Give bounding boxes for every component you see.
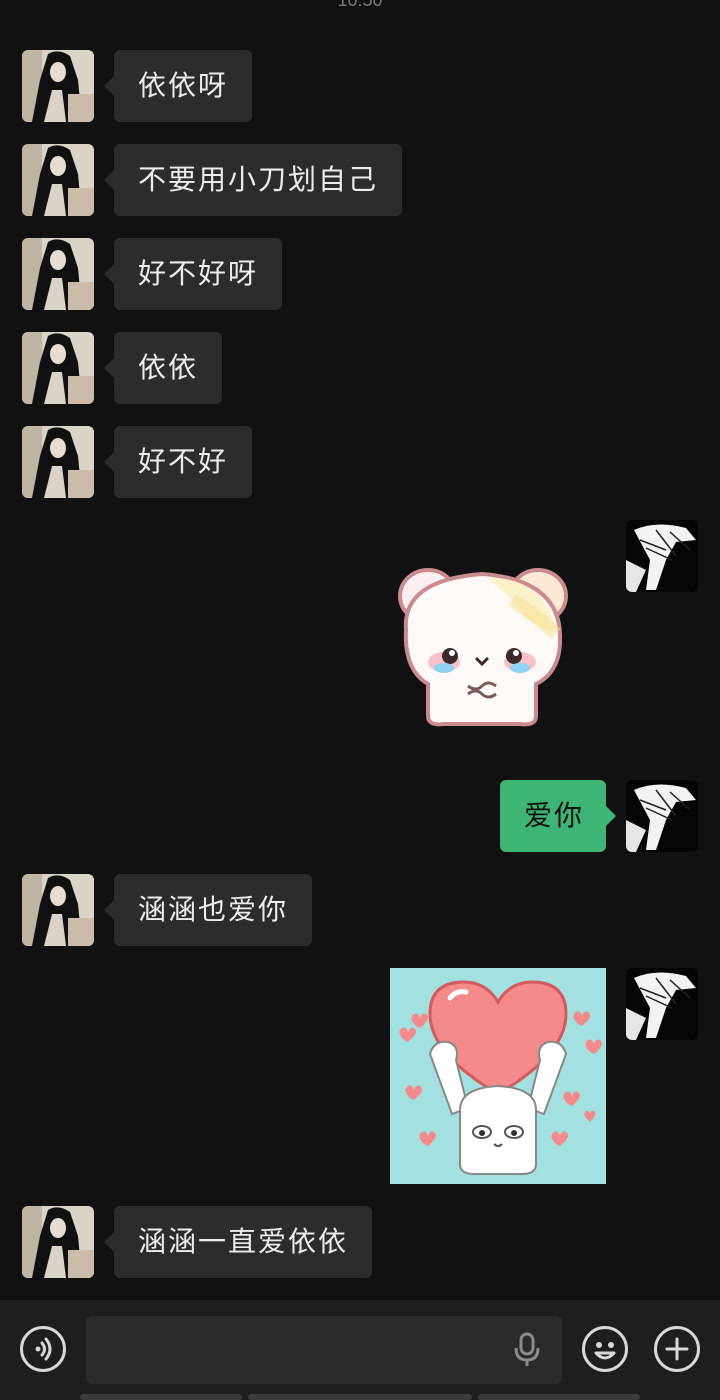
plus-icon xyxy=(665,1337,689,1361)
incoming-message-bubble[interactable]: 依依呀 xyxy=(103,50,253,122)
more-options-button[interactable] xyxy=(654,1326,700,1372)
message-text-input[interactable] xyxy=(86,1316,562,1384)
voice-toggle-button[interactable] xyxy=(20,1326,66,1372)
contact-avatar[interactable] xyxy=(22,50,94,122)
incoming-message-bubble[interactable]: 好不好 xyxy=(103,426,253,498)
contact-avatar[interactable] xyxy=(22,1206,94,1278)
microphone-icon[interactable] xyxy=(512,1332,542,1368)
cat-holding-heart-sticker[interactable] xyxy=(390,968,606,1184)
my-avatar[interactable] xyxy=(626,520,698,592)
contact-avatar[interactable] xyxy=(22,144,94,216)
nav-bar-segment xyxy=(80,1394,242,1400)
incoming-message-bubble[interactable]: 依依 xyxy=(103,332,223,404)
incoming-message-bubble[interactable]: 不要用小刀划自己 xyxy=(103,144,403,216)
voice-icon xyxy=(35,1337,52,1361)
contact-avatar[interactable] xyxy=(22,426,94,498)
contact-avatar[interactable] xyxy=(22,332,94,404)
nav-bar-segment xyxy=(478,1394,640,1400)
contact-avatar[interactable] xyxy=(22,874,94,946)
incoming-message-bubble[interactable]: 涵涵也爱你 xyxy=(103,874,313,946)
incoming-message-bubble[interactable]: 好不好呀 xyxy=(103,238,283,310)
emoji-button[interactable] xyxy=(582,1326,628,1372)
outgoing-message-bubble[interactable]: 爱你 xyxy=(500,780,616,852)
chat-area[interactable]: 依依呀 不要用小刀划自己 好不好呀 依依 好不好 爱你 涵涵也爱你 涵涵一直爱依… xyxy=(0,0,720,1300)
my-avatar[interactable] xyxy=(626,780,698,852)
contact-avatar[interactable] xyxy=(22,238,94,310)
message-input-bar xyxy=(0,1300,720,1400)
my-avatar[interactable] xyxy=(626,968,698,1040)
emoji-icon xyxy=(594,1342,616,1360)
incoming-message-bubble[interactable]: 涵涵一直爱依依 xyxy=(103,1206,373,1278)
nav-bar-segment xyxy=(248,1394,472,1400)
crying-hamster-sticker[interactable] xyxy=(392,560,572,730)
